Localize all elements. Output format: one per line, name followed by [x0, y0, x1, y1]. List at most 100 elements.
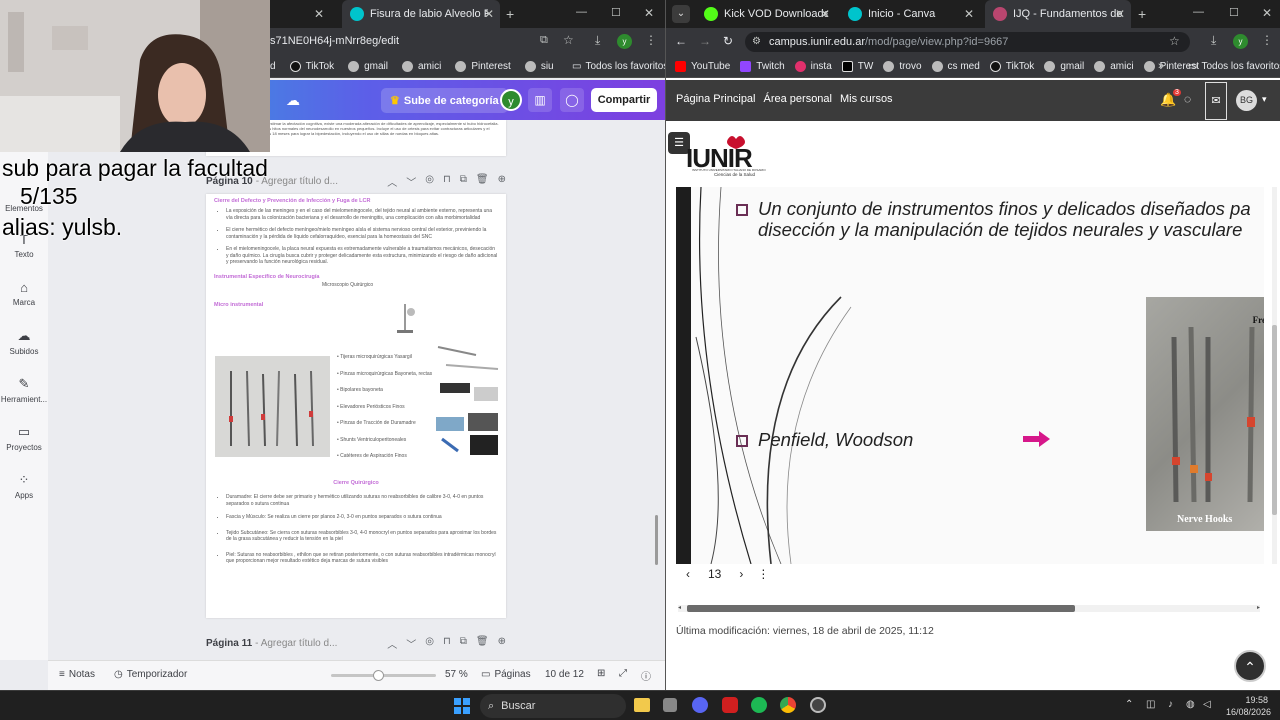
trash-icon[interactable]: 🗑: [476, 636, 489, 651]
close-window-icon[interactable]: ✕: [644, 6, 654, 20]
bookmark-amici[interactable]: amici: [402, 61, 441, 72]
add-page-icon[interactable]: ⊕: [498, 636, 506, 651]
share-button[interactable]: Compartir: [591, 88, 657, 112]
hide-eye-icon[interactable]: ◎: [425, 636, 434, 651]
chevron-up-icon[interactable]: ︿: [387, 636, 397, 651]
obs-icon[interactable]: [810, 697, 826, 713]
slide-viewer[interactable]: Un conjunto de instrumentos finos y deli…: [676, 187, 1264, 564]
more-options-icon[interactable]: ⋮: [757, 567, 769, 581]
page-number[interactable]: 13: [708, 567, 721, 581]
sidebar-item-uploads[interactable]: ☁ Subidos: [0, 328, 48, 356]
close-icon[interactable]: ✕: [964, 7, 974, 21]
download-icon[interactable]: ⤓: [1211, 33, 1216, 48]
bookmark-youtube[interactable]: YouTube: [675, 61, 730, 72]
more-bookmarks-icon[interactable]: »: [1158, 60, 1164, 72]
store-icon[interactable]: [663, 698, 677, 712]
site-info-icon[interactable]: ⚙: [752, 36, 761, 47]
tab-canva-document[interactable]: Fisura de labio Alveolo Palatino ✕: [342, 0, 500, 28]
next-page-icon[interactable]: ›: [739, 567, 743, 581]
download-icon[interactable]: ⤓: [595, 33, 600, 48]
tray-chevron-icon[interactable]: ⌃: [1125, 699, 1133, 710]
tab-iunir-course[interactable]: IJQ - Fundamentos de la Ins ✕: [985, 0, 1131, 28]
chevron-down-icon[interactable]: ﹀: [406, 174, 416, 189]
messages-icon[interactable]: ◌: [1184, 92, 1191, 106]
horizontal-scrollbar-thumb[interactable]: [687, 605, 1075, 612]
new-tab-icon[interactable]: +: [1138, 6, 1146, 22]
bookmark-x[interactable]: TW: [841, 61, 873, 72]
star-icon[interactable]: ☆: [1169, 34, 1180, 48]
page-title-input[interactable]: - Agregar título d...: [255, 638, 337, 649]
bookmark-item[interactable]: d: [270, 61, 276, 72]
bookmark-twitch[interactable]: Twitch: [740, 61, 785, 72]
sidebar-item-apps[interactable]: ⁘ Apps: [0, 472, 48, 500]
star-icon[interactable]: ☆: [563, 33, 574, 47]
canvas-scrollbar[interactable]: [655, 515, 658, 565]
bookmark-insta[interactable]: insta: [794, 61, 832, 72]
user-menu-avatar[interactable]: BG: [1236, 90, 1257, 111]
pages-button[interactable]: ▭ Páginas: [481, 669, 531, 680]
close-icon[interactable]: ✕: [820, 7, 830, 21]
lock-icon[interactable]: ⊓: [443, 636, 451, 651]
chevron-down-icon[interactable]: ﹀: [406, 636, 416, 651]
tray-app-icon[interactable]: ◫: [1146, 699, 1155, 710]
mail-icon[interactable]: ✉: [1205, 82, 1227, 120]
forward-arrow-icon[interactable]: →: [699, 34, 711, 48]
microphone-icon[interactable]: ♪: [1168, 699, 1173, 710]
sidebar-item-tools[interactable]: ✎ Herramient...: [0, 376, 48, 404]
sidebar-item-brand[interactable]: ⌂ Marca: [0, 280, 48, 307]
page-10[interactable]: Cierre del Defecto y Prevención de Infec…: [206, 194, 506, 618]
url-field[interactable]: ⚙ campus.iunir.edu.ar/mod/page/view.php?…: [745, 32, 1190, 52]
bookmark-tiktok[interactable]: TikTok: [989, 61, 1034, 72]
tab-kick-downloader[interactable]: Kick VOD Downloader - Stre ✕: [696, 0, 836, 28]
timer-button[interactable]: ◷ Temporizador: [114, 669, 187, 680]
chevron-down-icon[interactable]: ▾: [1262, 94, 1267, 105]
bookmark-tiktok[interactable]: TikTok: [289, 61, 334, 72]
start-windows-icon[interactable]: [454, 698, 470, 714]
user-avatar[interactable]: y: [500, 89, 522, 111]
nav-dashboard[interactable]: Área personal: [764, 93, 833, 105]
tab-search-icon[interactable]: ⌄: [672, 5, 690, 23]
duplicate-icon[interactable]: ⧉: [460, 636, 467, 651]
zoom-slider[interactable]: [331, 670, 436, 681]
taskbar-search[interactable]: ⌕ Buscar: [480, 694, 626, 718]
bookmark-gmail[interactable]: gmail: [348, 61, 388, 72]
minimize-icon[interactable]: —: [1193, 6, 1204, 18]
fullscreen-icon[interactable]: ⤢: [619, 668, 627, 679]
url-text[interactable]: campus.iunir.edu.ar/mod/page/view.php?id…: [769, 36, 1008, 48]
maximize-icon[interactable]: ☐: [611, 6, 621, 19]
scroll-right-icon[interactable]: ▸: [1257, 605, 1260, 611]
grid-view-icon[interactable]: ⊞: [597, 668, 605, 679]
volume-icon[interactable]: ◁: [1203, 699, 1211, 710]
app-red-icon[interactable]: [722, 697, 738, 713]
all-bookmarks-folder[interactable]: ▭ Todos los favoritos: [572, 61, 665, 72]
bookmark-gmail[interactable]: gmail: [1044, 61, 1084, 72]
duplicate-icon[interactable]: ⧉: [460, 174, 467, 189]
discord-icon[interactable]: [692, 697, 708, 713]
chrome-icon[interactable]: [780, 697, 796, 713]
minimize-icon[interactable]: —: [576, 6, 587, 18]
new-tab-icon[interactable]: +: [506, 6, 514, 22]
profile-avatar[interactable]: y: [617, 34, 632, 49]
bookmark-cs-med[interactable]: cs med: [931, 61, 980, 72]
back-arrow-icon[interactable]: ←: [675, 34, 687, 48]
url-text[interactable]: s71NE0H64j-mNrr8eg/edit: [270, 35, 399, 47]
insights-chart-icon[interactable]: ▥: [528, 88, 552, 112]
bookmark-pinterest[interactable]: Pinterest: [455, 61, 511, 72]
help-icon[interactable]: ⓘ: [641, 668, 651, 683]
reload-icon[interactable]: ↻: [723, 34, 733, 48]
close-window-icon[interactable]: ✕: [1262, 6, 1272, 20]
nav-home[interactable]: Página Principal: [676, 93, 756, 105]
tab-previous[interactable]: ✕: [270, 0, 330, 28]
bookmark-amici[interactable]: amici: [1094, 61, 1134, 72]
upgrade-button[interactable]: ♛ Sube de categoría: [381, 88, 508, 113]
menu-kebab-icon[interactable]: ⋮: [1261, 33, 1273, 47]
menu-kebab-icon[interactable]: ⋮: [645, 33, 657, 47]
comment-icon[interactable]: ◯: [560, 88, 584, 112]
chevron-up-icon[interactable]: ︿: [387, 174, 397, 189]
slide-scrollbar-thumb[interactable]: [1272, 325, 1277, 515]
zoom-slider-handle[interactable]: [373, 670, 384, 681]
sidebar-item-projects[interactable]: ▭ Proyectos: [0, 424, 48, 452]
back-to-top-icon[interactable]: ⌃: [1234, 650, 1266, 682]
translate-icon[interactable]: ⧉: [540, 34, 548, 47]
close-icon[interactable]: ✕: [484, 7, 494, 21]
